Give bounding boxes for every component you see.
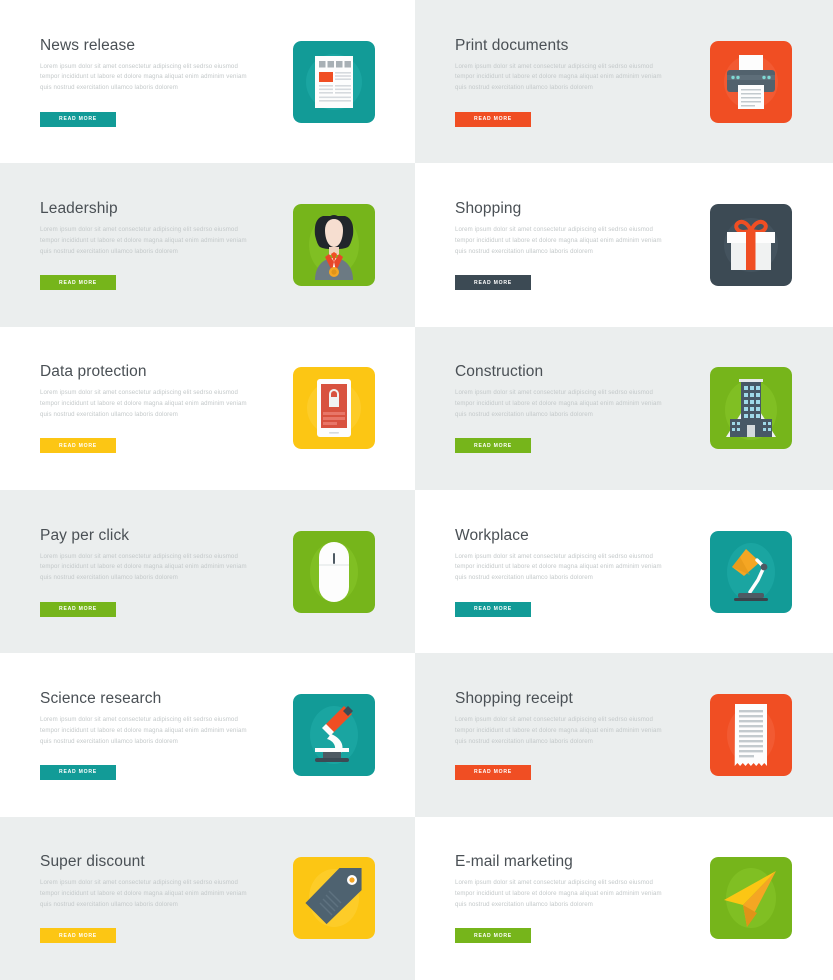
feature-card-shopping-receipt[interactable]: Shopping receipt Lorem ipsum dolor sit a… (415, 653, 833, 817)
feature-card-data-protection[interactable]: Data protection Lorem ipsum dolor sit am… (0, 326, 415, 490)
read-more-button[interactable]: READ MORE (40, 764, 116, 780)
paper-plane-icon (710, 857, 792, 940)
feature-card-email-marketing[interactable]: E-mail marketing Lorem ipsum dolor sit a… (415, 816, 833, 980)
businessman-medal-icon (293, 203, 375, 286)
card-title: Shopping (455, 199, 522, 217)
card-text-block: E-mail marketing Lorem ipsum dolor sit a… (455, 853, 670, 944)
card-text-block: Print documents Lorem ipsum dolor sit am… (455, 37, 670, 127)
card-text-block: Science research Lorem ipsum dolor sit a… (40, 690, 255, 780)
feature-card-shopping[interactable]: Shopping Lorem ipsum dolor sit amet cons… (415, 163, 833, 327)
computer-mouse-icon (293, 530, 375, 613)
printer-icon (710, 40, 792, 123)
read-more-button[interactable]: READ MORE (40, 928, 116, 944)
feature-card-pay-per-click[interactable]: Pay per click Lorem ipsum dolor sit amet… (0, 489, 415, 654)
card-title: Leadership (40, 199, 118, 217)
card-description: Lorem ipsum dolor sit amet consectetur a… (40, 879, 247, 908)
office-building-icon (710, 367, 792, 450)
tablet-lock-icon (293, 367, 375, 450)
feature-card-construction[interactable]: Construction Lorem ipsum dolor sit amet … (415, 326, 833, 490)
card-title: News release (40, 36, 136, 54)
card-text-block: Shopping Lorem ipsum dolor sit amet cons… (455, 200, 670, 290)
card-description: Lorem ipsum dolor sit amet consectetur a… (40, 715, 247, 745)
card-description: Lorem ipsum dolor sit amet consectetur a… (455, 552, 662, 582)
receipt-icon (710, 693, 792, 776)
card-description: Lorem ipsum dolor sit amet consectetur a… (40, 552, 247, 582)
card-title: Data protection (40, 363, 147, 381)
card-description: Lorem ipsum dolor sit amet consectetur a… (455, 225, 662, 255)
card-title: Workplace (455, 526, 529, 544)
card-title: Science research (40, 689, 162, 707)
card-text-block: Leadership Lorem ipsum dolor sit amet co… (40, 200, 255, 290)
read-more-button[interactable]: READ MORE (455, 275, 531, 290)
feature-card-science-research[interactable]: Science research Lorem ipsum dolor sit a… (0, 653, 415, 817)
read-more-button[interactable]: READ MORE (40, 275, 116, 290)
read-more-button[interactable]: READ MORE (455, 928, 531, 944)
card-text-block: Workplace Lorem ipsum dolor sit amet con… (455, 527, 670, 617)
card-text-block: News release Lorem ipsum dolor sit amet … (40, 37, 255, 127)
feature-card-leadership[interactable]: Leadership Lorem ipsum dolor sit amet co… (0, 163, 415, 327)
card-text-block: Shopping receipt Lorem ipsum dolor sit a… (455, 690, 670, 780)
read-more-button[interactable]: READ MORE (40, 438, 116, 454)
feature-card-print-documents[interactable]: Print documents Lorem ipsum dolor sit am… (415, 0, 833, 164)
card-title: Super discount (40, 853, 145, 871)
card-title: Print documents (455, 36, 569, 54)
card-description: Lorem ipsum dolor sit amet consectetur a… (455, 715, 662, 745)
card-text-block: Data protection Lorem ipsum dolor sit am… (40, 363, 255, 454)
card-description: Lorem ipsum dolor sit amet consectetur a… (455, 389, 662, 418)
feature-card-grid: News release Lorem ipsum dolor sit amet … (0, 0, 833, 980)
feature-card-news-release[interactable]: News release Lorem ipsum dolor sit amet … (0, 0, 415, 164)
gift-box-icon (710, 203, 792, 286)
card-title: E-mail marketing (455, 853, 573, 871)
read-more-button[interactable]: READ MORE (455, 601, 531, 617)
read-more-button[interactable]: READ MORE (40, 111, 116, 127)
read-more-button[interactable]: READ MORE (455, 438, 531, 454)
card-title: Pay per click (40, 526, 130, 544)
card-description: Lorem ipsum dolor sit amet consectetur a… (40, 62, 247, 92)
read-more-button[interactable]: READ MORE (455, 764, 531, 780)
read-more-button[interactable]: READ MORE (455, 111, 531, 127)
price-tag-icon (293, 857, 375, 940)
card-description: Lorem ipsum dolor sit amet consectetur a… (40, 389, 247, 418)
feature-card-super-discount[interactable]: Super discount Lorem ipsum dolor sit ame… (0, 816, 415, 980)
card-description: Lorem ipsum dolor sit amet consectetur a… (455, 62, 662, 92)
newspaper-icon (293, 40, 375, 123)
desk-lamp-icon (710, 530, 792, 613)
card-description: Lorem ipsum dolor sit amet consectetur a… (40, 225, 247, 255)
read-more-button[interactable]: READ MORE (40, 601, 116, 617)
card-title: Construction (455, 363, 544, 381)
feature-card-workplace[interactable]: Workplace Lorem ipsum dolor sit amet con… (415, 489, 833, 654)
card-description: Lorem ipsum dolor sit amet consectetur a… (455, 879, 662, 908)
card-text-block: Super discount Lorem ipsum dolor sit ame… (40, 853, 255, 944)
card-title: Shopping receipt (455, 689, 573, 707)
microscope-icon (293, 693, 375, 776)
card-text-block: Pay per click Lorem ipsum dolor sit amet… (40, 527, 255, 617)
card-text-block: Construction Lorem ipsum dolor sit amet … (455, 363, 670, 454)
